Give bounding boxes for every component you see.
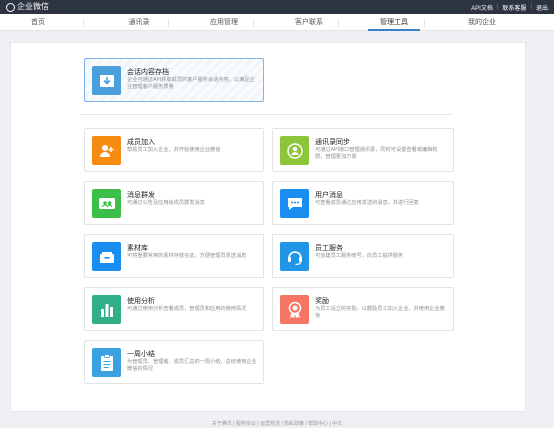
tool-description: 企业可通过API获取成员的客户服务会话内容，以满足企业管理客户服务质量 [127, 77, 255, 90]
tool-card-weekly-summary[interactable]: 一周小结 为管理员、管理者、成员汇总的一周小结，总结使用企业微信的情况 [84, 340, 264, 384]
tool-title: 奖励 [315, 298, 329, 305]
tool-title: 会话内容存档 [127, 69, 169, 76]
tool-description: 可创建员工服务帐号，向员工提供服务 [315, 253, 404, 259]
api-docs-link[interactable]: API文档 [471, 3, 493, 12]
reward-icon [280, 295, 309, 324]
tool-title: 成员加入 [127, 139, 155, 146]
tab-app-management[interactable]: 应用管理 [194, 14, 254, 31]
tool-card-member-join[interactable]: 成员加入 帮助员工加入企业，并开始使用企业微信 [84, 128, 264, 172]
top-links: API文档 | 联系客服 | 退出 [471, 0, 548, 14]
archive-icon [92, 66, 121, 95]
tool-title: 使用分析 [127, 298, 155, 305]
tab-my-enterprise[interactable]: 我的企业 [452, 14, 512, 31]
member-join-icon [92, 136, 121, 165]
section-divider [80, 114, 453, 115]
tool-card-contact-sync[interactable]: 通讯录同步 可通过API接口管理通讯录，同时可设置查看或编辑权限，管理更加方便 [272, 128, 454, 172]
tab-home[interactable]: 首页 [8, 14, 68, 31]
tool-title: 员工服务 [315, 245, 343, 252]
tool-description: 可将重要常用的素材存放在此，方便管理员发送消息 [127, 253, 247, 259]
tool-description: 可查看成员通过应用发送的消息，并进行回复 [315, 200, 419, 206]
tool-title: 通讯录同步 [315, 139, 350, 146]
material-library-icon [92, 242, 121, 271]
tool-description: 为员工设立的奖励，以鼓励员工加入企业、并使用企业微信 [315, 306, 445, 319]
separator: | [530, 4, 532, 10]
tool-description: 可通过API接口管理通讯录，同时可设置查看或编辑权限，管理更加方便 [315, 147, 438, 160]
tool-description: 可通过公告及应用给成员群发消息 [127, 200, 205, 206]
tool-title: 一周小结 [127, 351, 155, 358]
tool-card-employee-service[interactable]: 员工服务 可创建员工服务帐号，向员工提供服务 [272, 234, 454, 278]
contact-support-link[interactable]: 联系客服 [502, 3, 526, 12]
tool-title: 用户消息 [315, 192, 343, 199]
nav-divider [338, 19, 339, 27]
tab-customer-contact[interactable]: 客户联系 [279, 14, 339, 31]
tool-title: 素材库 [127, 245, 148, 252]
nav-divider [253, 19, 254, 27]
logo[interactable]: 企业微信 [6, 1, 49, 13]
employee-service-icon [280, 242, 309, 271]
usage-analysis-icon [92, 295, 121, 324]
contact-sync-icon [280, 136, 309, 165]
tool-card-reward[interactable]: 奖励 为员工设立的奖励，以鼓励员工加入企业、并使用企业微信 [272, 287, 454, 331]
tool-description: 为管理员、管理者、成员汇总的一周小结，总结使用企业微信的情况 [127, 359, 257, 372]
tool-description: 可通过使用分析查看成员、管理员和应用的使用情况 [127, 306, 247, 312]
tool-title: 消息群发 [127, 192, 155, 199]
nav-divider [424, 19, 425, 27]
footer-links[interactable]: 关于腾讯 | 服务协议 | 运营规范 | 隐私政策 | 帮助中心 | 中文 [0, 420, 554, 428]
wecom-logo-icon [6, 2, 15, 12]
tool-card-material-library[interactable]: 素材库 可将重要常用的素材存放在此，方便管理员发送消息 [84, 234, 264, 278]
mass-message-icon [92, 189, 121, 218]
nav-divider [83, 19, 84, 27]
weekly-summary-icon [92, 348, 121, 377]
logout-link[interactable]: 退出 [536, 3, 548, 12]
tool-description: 帮助员工加入企业，并开始使用企业微信 [127, 147, 221, 153]
tool-card-session-archive[interactable]: 会话内容存档 企业可通过API获取成员的客户服务会话内容，以满足企业管理客户服务… [84, 58, 264, 102]
tab-management-tools[interactable]: 管理工具 [364, 14, 424, 31]
tool-card-usage-analysis[interactable]: 使用分析 可通过使用分析查看成员、管理员和应用的使用情况 [84, 287, 264, 331]
tab-contacts[interactable]: 通讯录 [109, 14, 169, 31]
user-message-icon [280, 189, 309, 218]
logo-text: 企业微信 [17, 2, 49, 11]
tool-card-user-message[interactable]: 用户消息 可查看成员通过应用发送的消息，并进行回复 [272, 181, 454, 225]
main-nav: 首页 通讯录 应用管理 客户联系 管理工具 我的企业 [0, 14, 554, 31]
top-bar: 企业微信 API文档 | 联系客服 | 退出 [0, 0, 554, 14]
nav-divider [168, 19, 169, 27]
tool-card-mass-message[interactable]: 消息群发 可通过公告及应用给成员群发消息 [84, 181, 264, 225]
separator: | [496, 4, 499, 10]
